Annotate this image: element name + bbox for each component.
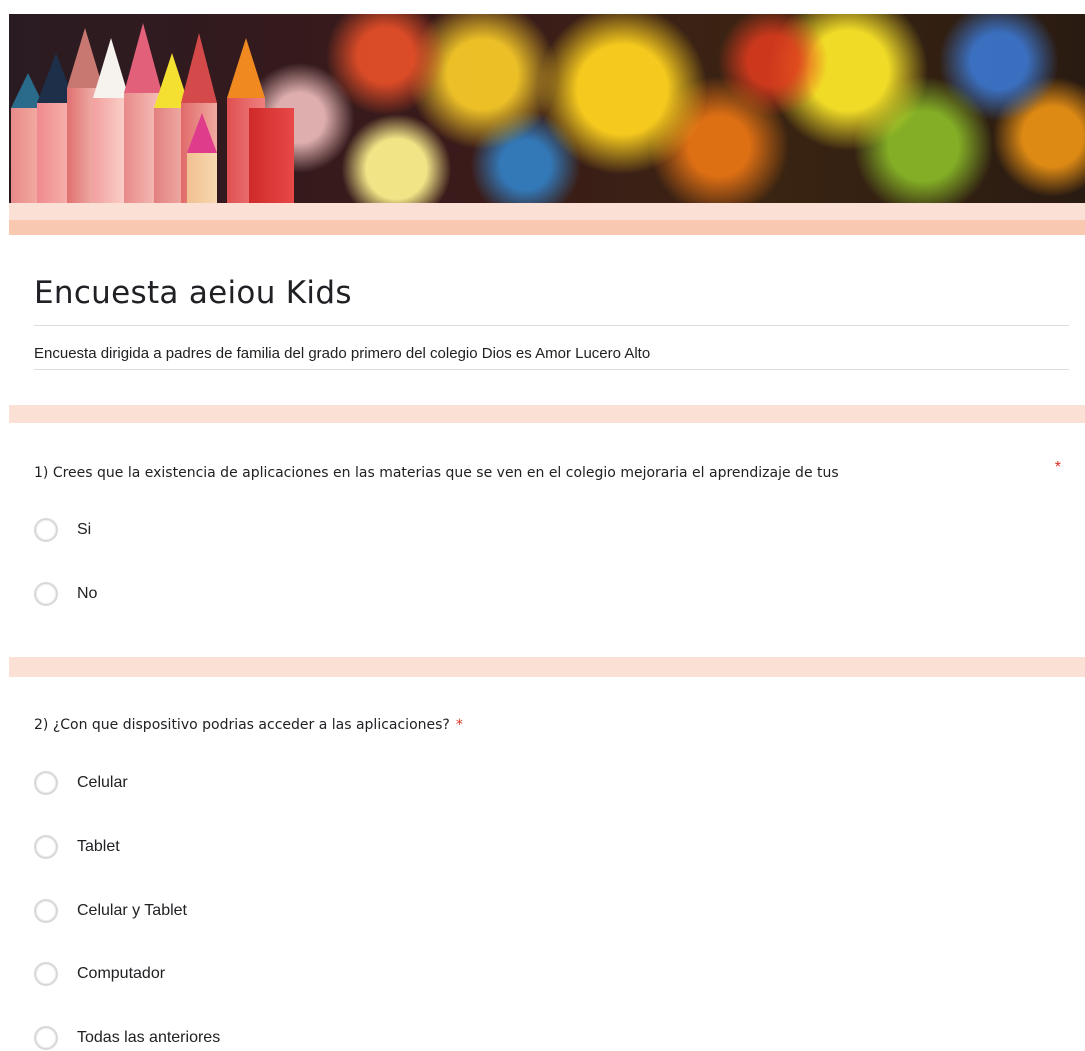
radio-button[interactable] (34, 835, 58, 859)
radio-option-si[interactable]: Si (34, 517, 91, 543)
option-label: Celular y Tablet (77, 902, 187, 919)
section-separator (9, 657, 1085, 677)
question-text-2: 2) ¿Con que dispositivo podrias acceder … (34, 717, 450, 733)
description-divider (34, 369, 1069, 370)
form-title: Encuesta aeiou Kids (34, 275, 352, 311)
required-asterisk-2: * (455, 717, 463, 733)
radio-option-todas-las-anteriores[interactable]: Todas las anteriores (34, 1025, 220, 1051)
option-label: Si (77, 521, 92, 538)
form-description: Encuesta dirigida a padres de familia de… (34, 345, 651, 362)
question-card-1: 1) Crees que la existencia de aplicacion… (9, 423, 1085, 657)
title-divider (34, 325, 1069, 326)
section-separator (9, 405, 1085, 423)
option-label: No (77, 585, 98, 602)
question-text-1: 1) Crees que la existencia de aplicacion… (34, 465, 839, 481)
radio-option-celular[interactable]: Celular (34, 770, 128, 796)
question-title-2: 2) ¿Con que dispositivo podrias acceder … (34, 717, 463, 733)
radio-button[interactable] (34, 518, 58, 542)
option-label: Tablet (77, 838, 120, 855)
pencil-icon (187, 113, 217, 203)
question-title-1: 1) Crees que la existencia de aplicacion… (34, 465, 839, 481)
radio-button[interactable] (34, 962, 58, 986)
radio-button[interactable] (34, 899, 58, 923)
radio-button[interactable] (34, 1026, 58, 1050)
radio-option-celular-y-tablet[interactable]: Celular y Tablet (34, 898, 187, 924)
question-card-2: 2) ¿Con que dispositivo podrias acceder … (9, 677, 1085, 1051)
required-asterisk-1: * (1054, 459, 1061, 476)
radio-option-no[interactable]: No (34, 581, 97, 607)
form-title-card: Encuesta aeiou Kids Encuesta dirigida a … (9, 235, 1085, 405)
header-accent-band (9, 203, 1085, 220)
header-accent-band-dark (9, 220, 1085, 235)
option-label: Celular (77, 774, 128, 791)
radio-button[interactable] (34, 771, 58, 795)
option-label: Todas las anteriores (77, 1029, 221, 1046)
option-label: Computador (77, 965, 166, 982)
radio-button[interactable] (34, 582, 58, 606)
radio-option-tablet[interactable]: Tablet (34, 834, 120, 860)
pencil-icon (249, 108, 294, 203)
radio-option-computador[interactable]: Computador (34, 961, 165, 987)
header-banner-image (9, 14, 1085, 203)
